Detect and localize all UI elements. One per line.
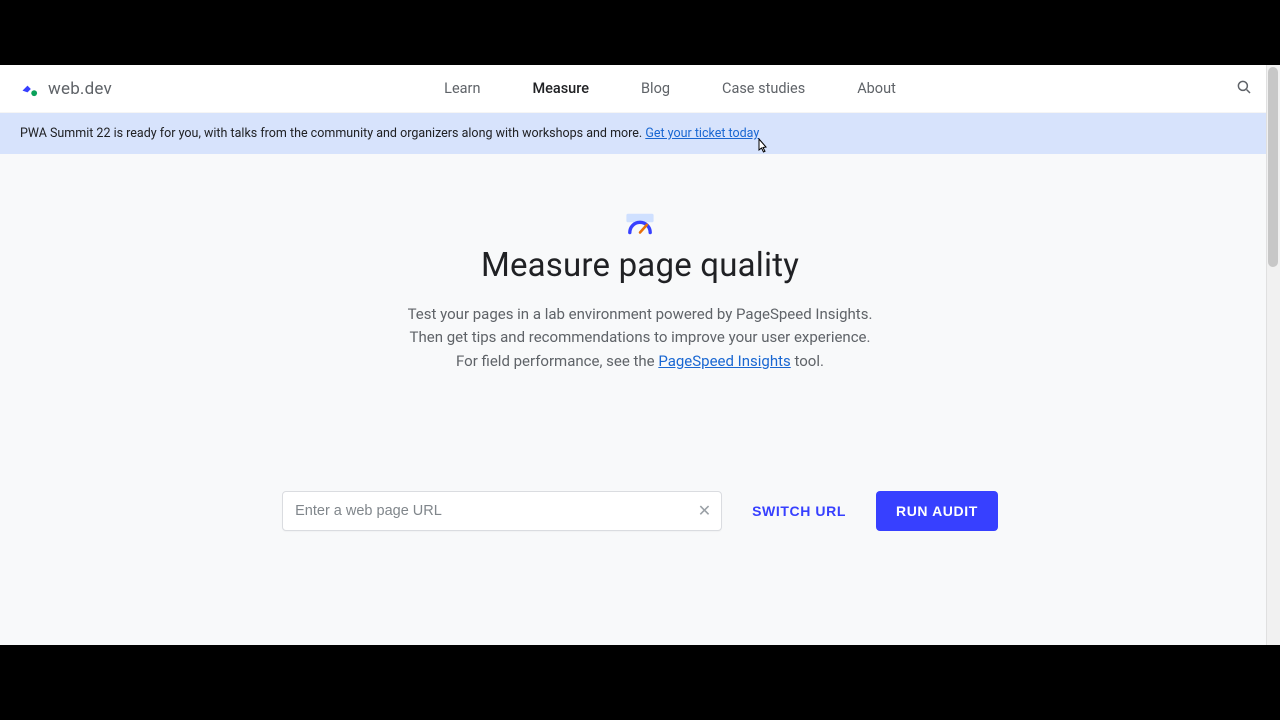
page-viewport: web.dev Learn Measure Blog Case studies … [0, 65, 1280, 645]
webdev-logo-icon [20, 79, 40, 99]
primary-nav: Learn Measure Blog Case studies About [112, 76, 1228, 101]
scrollbar-track[interactable] [1266, 65, 1280, 645]
site-logo[interactable]: web.dev [20, 79, 112, 99]
letterbox-top [0, 0, 1280, 65]
url-form: ✕ SWITCH URL RUN AUDIT [0, 491, 1280, 531]
letterbox-bottom [0, 645, 1280, 720]
switch-url-button[interactable]: SWITCH URL [740, 493, 858, 529]
hero-section: Measure page quality Test your pages in … [0, 154, 1280, 373]
announcement-banner: PWA Summit 22 is ready for you, with tal… [0, 113, 1280, 154]
page-title: Measure page quality [0, 246, 1280, 285]
banner-text: PWA Summit 22 is ready for you, with tal… [20, 126, 645, 141]
site-logo-text: web.dev [48, 79, 112, 99]
hero-description: Test your pages in a lab environment pow… [405, 303, 875, 373]
nav-blog[interactable]: Blog [639, 76, 672, 101]
hero-desc-after: tool. [791, 352, 824, 370]
close-icon: ✕ [698, 501, 711, 520]
gauge-icon [623, 212, 657, 236]
nav-learn[interactable]: Learn [442, 76, 482, 101]
clear-input-button[interactable]: ✕ [698, 503, 711, 519]
banner-link[interactable]: Get your ticket today [645, 126, 759, 141]
nav-measure[interactable]: Measure [530, 76, 591, 101]
search-button[interactable] [1228, 73, 1260, 105]
site-header: web.dev Learn Measure Blog Case studies … [0, 65, 1280, 113]
run-audit-button[interactable]: RUN AUDIT [876, 491, 998, 531]
url-input-container[interactable]: ✕ [282, 491, 722, 531]
pagespeed-link[interactable]: PageSpeed Insights [658, 352, 790, 370]
url-input[interactable] [295, 503, 685, 519]
scrollbar-thumb[interactable] [1268, 67, 1278, 267]
nav-case-studies[interactable]: Case studies [720, 76, 807, 101]
search-icon [1235, 78, 1253, 100]
nav-about[interactable]: About [855, 76, 898, 101]
